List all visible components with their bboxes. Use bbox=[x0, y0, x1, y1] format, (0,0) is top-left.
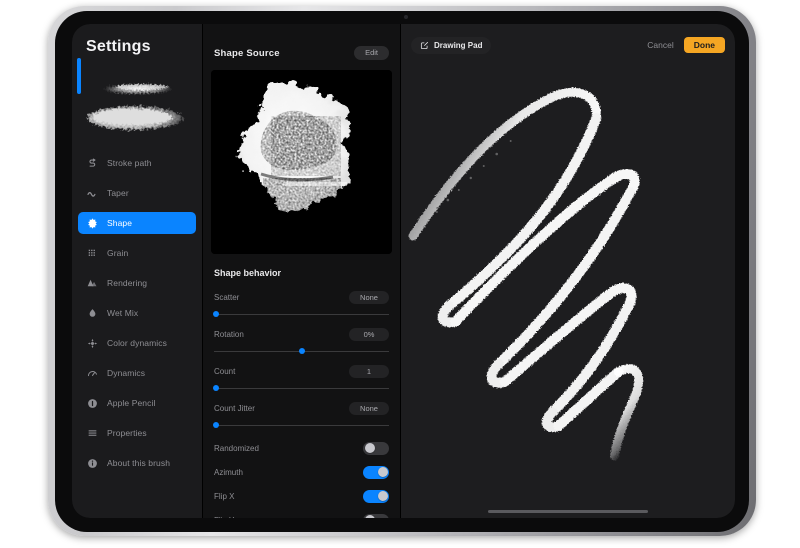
toggle-label: Azimuth bbox=[214, 467, 243, 477]
slider-label: Count bbox=[214, 367, 236, 376]
slider-label: Scatter bbox=[214, 293, 240, 302]
sidebar-item-apple-pencil[interactable]: Apple Pencil bbox=[78, 392, 196, 414]
toggle-row-flip-x: Flip X bbox=[203, 484, 400, 508]
screenshot-root: Settings Stroke path Taper Shape Grain R… bbox=[0, 0, 800, 548]
brush-preview[interactable] bbox=[78, 66, 196, 144]
edit-button[interactable]: Edit bbox=[354, 46, 389, 60]
sidebar-item-label: Color dynamics bbox=[107, 338, 167, 348]
done-button[interactable]: Done bbox=[683, 36, 725, 54]
toggle-thumb bbox=[377, 491, 388, 501]
ipad-screen: Settings Stroke path Taper Shape Grain R… bbox=[72, 24, 735, 518]
slider-row-scatter: Scatter None bbox=[203, 290, 400, 319]
slider-row-count-jitter: Count Jitter None bbox=[203, 401, 400, 430]
wet-mix-icon bbox=[87, 308, 98, 319]
sidebar-item-stroke-path[interactable]: Stroke path bbox=[78, 152, 196, 174]
toggle-thumb bbox=[364, 515, 375, 518]
sidebar-item-label: About this brush bbox=[107, 458, 171, 468]
sidebar-item-wet-mix[interactable]: Wet Mix bbox=[78, 302, 196, 324]
sidebar-item-label: Dynamics bbox=[107, 368, 146, 378]
toggle-row-flip-y: Flip Y bbox=[203, 508, 400, 518]
flip-y-toggle[interactable] bbox=[363, 513, 389, 518]
color-dynamics-icon bbox=[87, 338, 98, 349]
settings-nav: Stroke path Taper Shape Grain Rendering … bbox=[72, 150, 202, 474]
slider-handle[interactable] bbox=[212, 422, 219, 428]
slider-label: Count Jitter bbox=[214, 404, 255, 413]
sidebar-item-label: Shape bbox=[107, 218, 133, 228]
sidebar-item-label: Grain bbox=[107, 248, 129, 258]
sidebar-item-label: Rendering bbox=[107, 278, 148, 288]
count-slider[interactable] bbox=[212, 383, 389, 393]
slider-value[interactable]: None bbox=[349, 401, 389, 416]
shape-icon bbox=[87, 217, 98, 229]
scatter-slider[interactable] bbox=[212, 309, 389, 319]
drawing-pad-title: Drawing Pad bbox=[434, 40, 483, 50]
toggle-row-azimuth: Azimuth bbox=[203, 460, 400, 484]
pencil-edit-icon bbox=[420, 41, 429, 50]
slider-handle[interactable] bbox=[212, 385, 219, 391]
sidebar-item-label: Stroke path bbox=[107, 158, 152, 168]
slider-value[interactable]: 1 bbox=[349, 364, 389, 379]
drawing-stroke bbox=[408, 88, 644, 461]
drawing-pad-chip[interactable]: Drawing Pad bbox=[411, 36, 492, 54]
sidebar-item-label: Apple Pencil bbox=[107, 398, 156, 408]
sidebar-item-about-this-brush[interactable]: About this brush bbox=[78, 452, 196, 474]
shape-settings-panel: Shape Source Edit Shape behavior Scatter… bbox=[202, 24, 400, 518]
rotation-slider[interactable] bbox=[214, 346, 389, 356]
slider-handle[interactable] bbox=[298, 348, 305, 354]
taper-icon bbox=[87, 188, 98, 199]
azimuth-toggle[interactable] bbox=[363, 465, 389, 479]
shape-source-thumbnail[interactable] bbox=[211, 70, 392, 254]
sidebar-item-taper[interactable]: Taper bbox=[78, 182, 196, 204]
randomized-toggle[interactable] bbox=[363, 441, 389, 455]
drawing-pad-actions: Cancel Done bbox=[647, 36, 725, 54]
dynamics-icon bbox=[87, 368, 98, 379]
brush-preview-strokes bbox=[87, 83, 183, 130]
slider-row-count: Count 1 bbox=[203, 364, 400, 393]
shape-source-header: Shape Source Edit bbox=[203, 40, 400, 66]
toggle-label: Randomized bbox=[214, 443, 259, 453]
count-jitter-slider[interactable] bbox=[212, 420, 389, 430]
slider-value[interactable]: 0% bbox=[349, 327, 389, 342]
sidebar-item-label: Properties bbox=[107, 428, 147, 438]
cancel-button[interactable]: Cancel bbox=[647, 40, 673, 50]
sidebar-item-properties[interactable]: Properties bbox=[78, 422, 196, 444]
slider-value[interactable]: None bbox=[349, 290, 389, 305]
page-title: Settings bbox=[86, 38, 151, 55]
stroke-grain bbox=[425, 140, 512, 225]
toggle-row-randomized: Randomized bbox=[203, 436, 400, 460]
slider-label: Rotation bbox=[214, 330, 244, 339]
sidebar-item-rendering[interactable]: Rendering bbox=[78, 272, 196, 294]
toggle-label: Flip Y bbox=[214, 516, 234, 519]
home-indicator bbox=[488, 510, 648, 513]
front-camera-icon bbox=[404, 15, 408, 19]
apple-pencil-icon bbox=[87, 398, 98, 409]
shape-source-title: Shape Source bbox=[214, 47, 280, 59]
sidebar-item-shape[interactable]: Shape bbox=[78, 212, 196, 234]
grain-icon bbox=[87, 248, 98, 259]
flip-x-toggle[interactable] bbox=[363, 489, 389, 503]
shape-source-image bbox=[211, 70, 392, 254]
sidebar-item-dynamics[interactable]: Dynamics bbox=[78, 362, 196, 384]
sidebar-item-label: Wet Mix bbox=[107, 308, 139, 318]
slider-row-rotation: Rotation 0% bbox=[203, 327, 400, 356]
drawing-pad-panel: Drawing Pad Cancel Done bbox=[400, 24, 735, 518]
settings-sidebar: Settings Stroke path Taper Shape Grain R… bbox=[72, 24, 202, 518]
sidebar-item-color-dynamics[interactable]: Color dynamics bbox=[78, 332, 196, 354]
slider-handle[interactable] bbox=[212, 311, 219, 317]
stroke-path-icon bbox=[87, 157, 98, 169]
shape-behavior-title: Shape behavior bbox=[214, 268, 282, 278]
rendering-icon bbox=[87, 278, 98, 289]
drawing-canvas[interactable] bbox=[401, 66, 735, 518]
toggle-thumb bbox=[364, 443, 375, 453]
info-icon bbox=[87, 458, 98, 469]
drawing-pad-toolbar: Drawing Pad Cancel Done bbox=[401, 24, 735, 66]
properties-icon bbox=[87, 428, 98, 439]
sidebar-item-grain[interactable]: Grain bbox=[78, 242, 196, 264]
sidebar-item-label: Taper bbox=[107, 188, 129, 198]
toggle-label: Flip X bbox=[214, 491, 235, 501]
toggle-thumb bbox=[377, 467, 388, 477]
